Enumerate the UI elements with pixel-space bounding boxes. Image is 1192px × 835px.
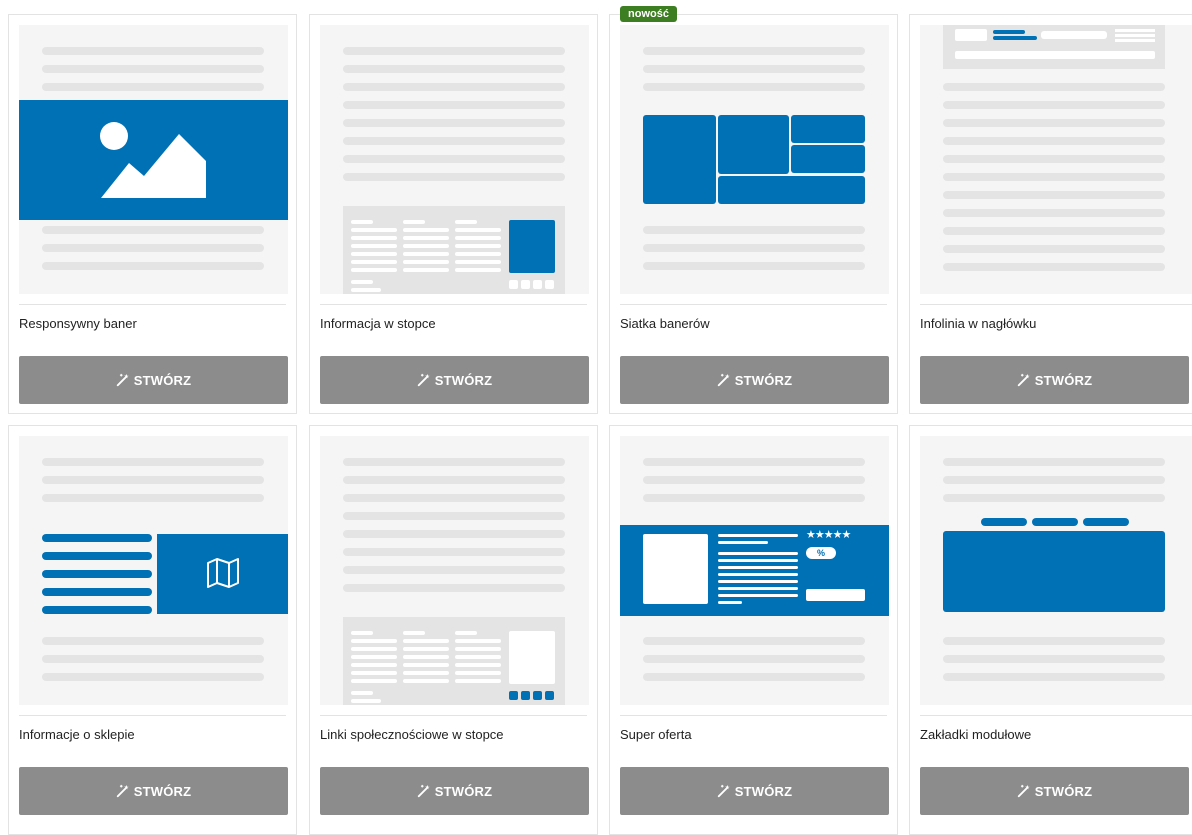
create-button-label: STWÓRZ — [133, 783, 192, 799]
card-title: Siatka banerów — [620, 316, 710, 331]
create-button-label: STWÓRZ — [133, 372, 192, 388]
magic-wand-icon — [417, 784, 431, 798]
magic-wand-icon — [1017, 373, 1031, 387]
template-preview — [920, 25, 1192, 294]
create-button-label: STWÓRZ — [1034, 783, 1093, 799]
new-badge: nowość — [620, 6, 677, 22]
template-card-footer-info: Informacja w stopce STWÓRZ — [309, 14, 598, 414]
template-card-footer-social-links: Linki społecznościowe w stopce STWÓRZ — [309, 425, 598, 835]
create-button[interactable]: STWÓRZ — [620, 767, 889, 815]
magic-wand-icon — [1017, 784, 1031, 798]
template-card-responsive-banner: Responsywny baner STWÓRZ — [8, 14, 297, 414]
create-button[interactable]: STWÓRZ — [620, 356, 889, 404]
create-button[interactable]: STWÓRZ — [19, 767, 288, 815]
template-card-header-hotline: Infolinia w nagłówku STWÓRZ — [909, 14, 1192, 414]
create-button-label: STWÓRZ — [734, 372, 793, 388]
card-title: Zakładki modułowe — [920, 727, 1032, 742]
create-button[interactable]: STWÓRZ — [320, 356, 589, 404]
magic-wand-icon — [417, 373, 431, 387]
magic-wand-icon — [116, 373, 130, 387]
card-title: Responsywny baner — [19, 316, 137, 331]
card-title: Infolinia w nagłówku — [920, 316, 1037, 331]
create-button[interactable]: STWÓRZ — [920, 356, 1189, 404]
template-card-banner-grid: Siatka banerów STWÓRZ — [609, 14, 898, 414]
create-button[interactable]: STWÓRZ — [320, 767, 589, 815]
create-button-label: STWÓRZ — [734, 783, 793, 799]
create-button-label: STWÓRZ — [1034, 372, 1093, 388]
template-preview — [19, 25, 288, 294]
template-card-super-offer: ★★★★★ % Super oferta STWÓRZ — [609, 425, 898, 835]
magic-wand-icon — [717, 784, 731, 798]
create-button[interactable]: STWÓRZ — [920, 767, 1189, 815]
rating-stars: ★★★★★ — [806, 529, 851, 541]
create-button-label: STWÓRZ — [434, 783, 493, 799]
card-title: Linki społecznościowe w stopce — [320, 727, 504, 742]
card-title: Super oferta — [620, 727, 692, 742]
card-title: Informacja w stopce — [320, 316, 436, 331]
template-preview — [19, 436, 288, 705]
template-preview — [620, 25, 889, 294]
image-icon — [100, 122, 206, 198]
template-preview — [320, 25, 589, 294]
discount-badge: % — [806, 547, 836, 559]
template-preview — [920, 436, 1192, 705]
map-icon — [207, 558, 239, 588]
magic-wand-icon — [116, 784, 130, 798]
template-preview: ★★★★★ % — [620, 436, 889, 705]
template-card-module-tabs: Zakładki modułowe STWÓRZ — [909, 425, 1192, 835]
create-button[interactable]: STWÓRZ — [19, 356, 288, 404]
template-preview — [320, 436, 589, 705]
card-title: Informacje o sklepie — [19, 727, 135, 742]
create-button-label: STWÓRZ — [434, 372, 493, 388]
template-card-store-info: Informacje o sklepie STWÓRZ — [8, 425, 297, 835]
percent-icon: % — [816, 548, 825, 558]
magic-wand-icon — [717, 373, 731, 387]
